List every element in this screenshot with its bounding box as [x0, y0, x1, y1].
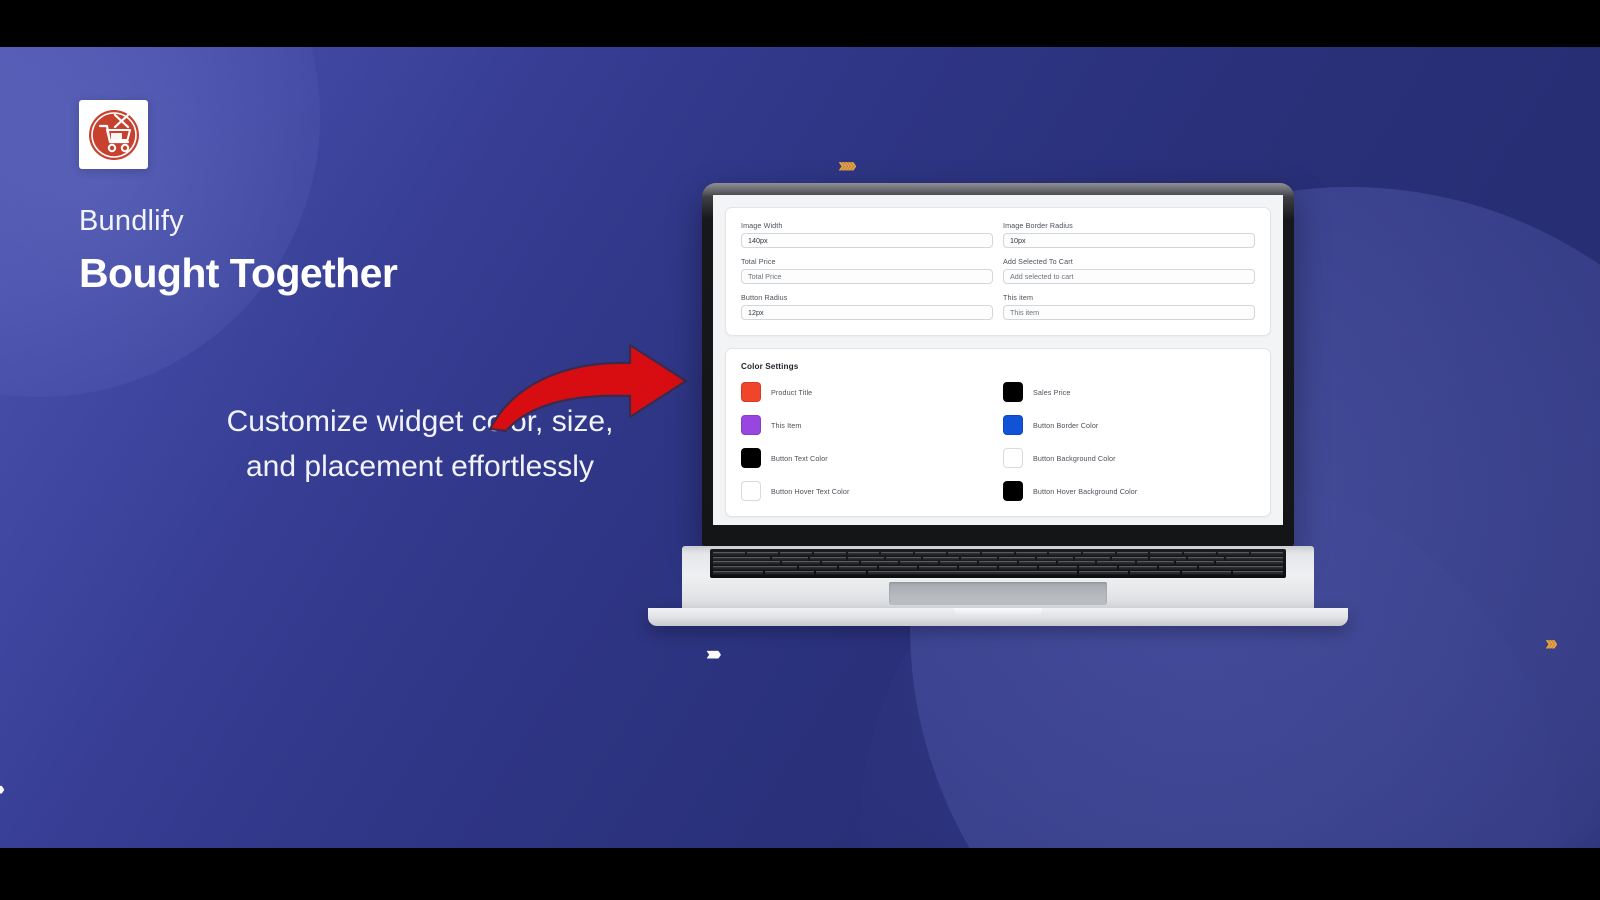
- chevron-glyph: ›››››: [838, 154, 857, 177]
- laptop-foot: [648, 608, 1348, 626]
- color-swatch[interactable]: [741, 481, 761, 501]
- chevron-cluster-below-laptop: ›››››: [706, 644, 722, 665]
- laptop-screen: Image Width 140px Image Border Radius 10…: [713, 195, 1283, 525]
- color-row-button-text-color[interactable]: Button Text Color: [741, 448, 993, 468]
- field-label: Button Radius: [741, 293, 788, 302]
- chevron-glyph: ›››: [1545, 632, 1558, 655]
- admin-page: Image Width 140px Image Border Radius 10…: [713, 195, 1283, 517]
- color-swatch[interactable]: [741, 448, 761, 468]
- color-swatch-label: Button Background Color: [1033, 453, 1116, 463]
- laptop-trackpad: [889, 582, 1107, 605]
- laptop-lid: Image Width 140px Image Border Radius 10…: [702, 183, 1294, 547]
- color-settings-title: Color Settings: [741, 362, 799, 371]
- brand-name: Bundlify: [79, 205, 184, 237]
- chevron-cluster-top: ›››››: [838, 154, 857, 177]
- chevron-glyph: ›››: [0, 780, 5, 799]
- color-swatch[interactable]: [1003, 415, 1023, 435]
- color-swatch-label: Button Text Color: [771, 453, 828, 463]
- laptop-mockup: Image Width 140px Image Border Radius 10…: [648, 183, 1348, 626]
- laptop-notch: [954, 608, 1042, 615]
- field-button-radius: Button Radius 12px: [741, 293, 993, 320]
- color-swatch-label: Button Hover Background Color: [1033, 486, 1138, 496]
- color-swatch-label: Product Title: [771, 387, 813, 397]
- settings-field-grid: Image Width 140px Image Border Radius 10…: [741, 221, 1255, 320]
- color-swatch-label: Sales Price: [1033, 387, 1071, 397]
- field-add-selected-to-cart: Add Selected To Cart Add selected to car…: [1003, 257, 1255, 284]
- color-row-button-hover-background-color[interactable]: Button Hover Background Color: [1003, 481, 1255, 501]
- color-row-this-item[interactable]: This Item: [741, 415, 993, 435]
- field-total-price: Total Price Total Price: [741, 257, 993, 284]
- page-title: Bought Together: [79, 250, 398, 296]
- color-swatch[interactable]: [1003, 448, 1023, 468]
- settings-panel: Image Width 140px Image Border Radius 10…: [725, 207, 1271, 336]
- left-content-column: Bundlify Bought Together: [79, 100, 679, 297]
- total-price-input[interactable]: Total Price: [741, 269, 993, 284]
- color-swatch[interactable]: [741, 382, 761, 402]
- color-row-button-hover-text-color[interactable]: Button Hover Text Color: [741, 481, 993, 501]
- add-selected-to-cart-input[interactable]: Add selected to cart: [1003, 269, 1255, 284]
- color-swatch-label: Button Border Color: [1033, 420, 1099, 430]
- color-swatch-grid: Product Title Sales Price This Item Butt…: [741, 382, 1255, 501]
- color-row-button-border-color[interactable]: Button Border Color: [1003, 415, 1255, 435]
- color-swatch[interactable]: [741, 415, 761, 435]
- chevron-glyph: ›››››: [706, 644, 722, 665]
- this-item-input[interactable]: This item: [1003, 305, 1255, 320]
- field-label: Total Price: [741, 257, 776, 266]
- field-this-item: This item This item: [1003, 293, 1255, 320]
- color-swatch-label: Button Hover Text Color: [771, 486, 850, 496]
- laptop-keyboard: [710, 549, 1286, 578]
- field-label: This item: [1003, 293, 1034, 302]
- color-swatch-label: This Item: [771, 420, 802, 430]
- color-row-sales-price[interactable]: Sales Price: [1003, 382, 1255, 402]
- slide-canvas: Bundlify Bought Together Customize widge…: [0, 47, 1600, 848]
- brand-logo-tile: [79, 100, 148, 169]
- field-label: Add Selected To Cart: [1003, 257, 1073, 266]
- color-swatch[interactable]: [1003, 481, 1023, 501]
- chevron-cluster-bottom-left: ›››: [0, 780, 5, 799]
- color-swatch[interactable]: [1003, 382, 1023, 402]
- shopping-cart-logo-icon: [86, 107, 142, 163]
- field-label: Image Width: [741, 221, 783, 230]
- laptop-deck: [682, 546, 1314, 608]
- color-settings-panel: Color Settings Product Title Sales Price: [725, 348, 1271, 517]
- laptop-base: [648, 546, 1348, 626]
- field-image-border-radius: Image Border Radius 10px: [1003, 221, 1255, 248]
- field-label: Image Border Radius: [1003, 221, 1073, 230]
- search-input[interactable]: 140px: [741, 233, 993, 248]
- color-row-button-background-color[interactable]: Button Background Color: [1003, 448, 1255, 468]
- letterbox-bar-top: [0, 0, 1600, 47]
- slide-stage: Bundlify Bought Together Customize widge…: [0, 0, 1600, 900]
- color-row-product-title[interactable]: Product Title: [741, 382, 993, 402]
- letterbox-bar-bottom: [0, 848, 1600, 900]
- field-image-width: Image Width 140px: [741, 221, 993, 248]
- image-border-radius-input[interactable]: 10px: [1003, 233, 1255, 248]
- button-radius-input[interactable]: 12px: [741, 305, 993, 320]
- chevron-cluster-right: ›››: [1545, 632, 1558, 655]
- tagline-line-2: and placement effortlessly: [246, 450, 594, 483]
